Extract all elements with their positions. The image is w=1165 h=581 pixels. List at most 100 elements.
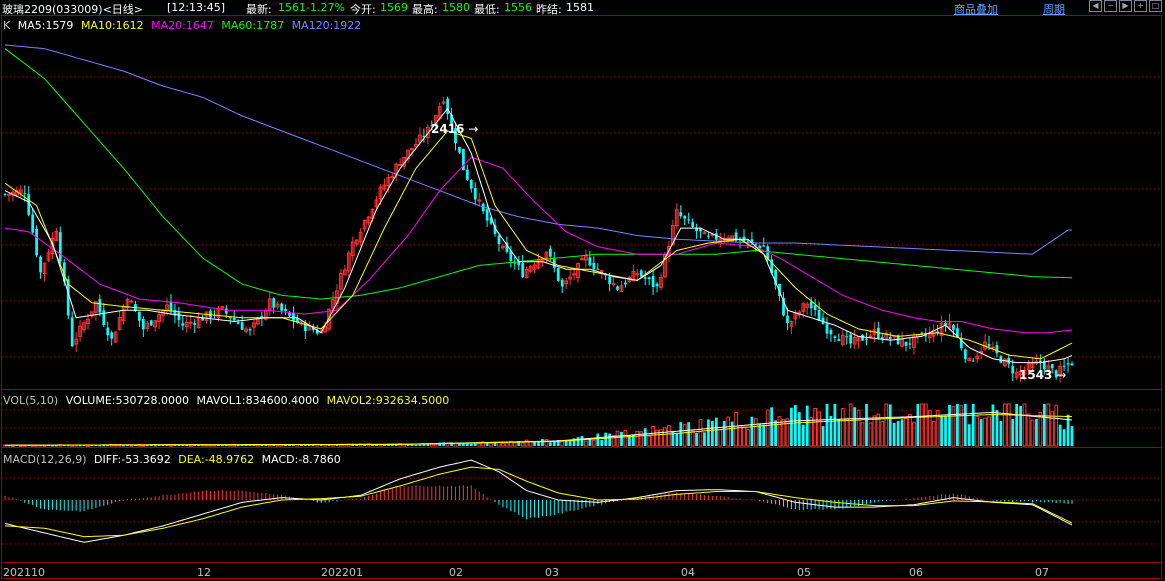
candle-down (39, 256, 42, 273)
candle-down (616, 286, 619, 290)
volume-bar (323, 444, 327, 447)
volume-bar (1006, 403, 1011, 447)
volume-bar (1058, 424, 1062, 446)
volume-bar (351, 444, 355, 446)
candle-down (248, 329, 252, 331)
ma120-line (4, 44, 1072, 255)
candle-down (647, 277, 651, 280)
volume-bar (797, 412, 801, 446)
volume-bar (1022, 403, 1027, 447)
volume-bar (1042, 404, 1046, 446)
x-label-1: 12 (197, 566, 211, 579)
candle-down (58, 232, 62, 262)
candle-down (643, 277, 647, 279)
volume-bar (805, 405, 809, 446)
volume-bar (623, 429, 628, 447)
candle-down (465, 169, 469, 180)
candle-down (35, 228, 38, 256)
candle-down (228, 317, 232, 319)
volume-bar (880, 420, 885, 447)
volume-bar (635, 430, 640, 447)
candle-down (861, 334, 864, 341)
candle-down (485, 209, 489, 221)
volume-bar (971, 404, 975, 446)
candle-down (825, 323, 829, 334)
candle-down (809, 301, 813, 309)
volume-bar (793, 405, 797, 446)
candle-down (762, 245, 766, 247)
volume-bar (790, 407, 793, 446)
candle-down (548, 248, 552, 257)
volume-bar (1011, 418, 1015, 446)
volume-bar (718, 429, 723, 447)
volume-bar (520, 442, 525, 447)
candle-down (3, 193, 7, 195)
candle-down (31, 214, 35, 233)
candle-down (102, 310, 106, 325)
volume-bar (892, 422, 896, 446)
volume-bar (690, 430, 695, 447)
x-label-8: 07 (1035, 566, 1049, 579)
volume-bar (1070, 426, 1074, 446)
volume-bar (765, 409, 770, 447)
ma10-legend: MA10:1612 (80, 19, 144, 32)
candle-down (651, 275, 655, 287)
volume-bar (738, 425, 742, 447)
candle-down (98, 299, 102, 313)
volume-bar (1062, 429, 1066, 446)
volume-bar (1035, 418, 1038, 446)
volume-bar (698, 419, 703, 447)
volume-bar (489, 442, 493, 447)
candle-down (284, 308, 287, 311)
kline-chart[interactable] (0, 0, 1165, 581)
candle-down (469, 179, 473, 189)
ma120-legend: MA120:1922 (291, 19, 362, 32)
candle-up (572, 273, 576, 276)
candle-down (987, 344, 991, 347)
volume-bar (762, 424, 766, 446)
volume-bar (663, 427, 667, 447)
dea-value: DEA:-48.9762 (178, 453, 255, 466)
candle-down (458, 146, 461, 153)
volume-bar (355, 444, 359, 446)
x-label-4: 03 (545, 566, 559, 579)
volume-bar (967, 424, 971, 446)
candle-down (240, 322, 244, 330)
volume-bar (750, 416, 754, 446)
candle-down (292, 312, 295, 321)
diff-value: DIFF:-53.3692 (94, 453, 171, 466)
volume-bar (236, 445, 240, 447)
volume-bar (888, 404, 892, 446)
ma5-line (4, 107, 1073, 364)
candle-down (624, 282, 627, 285)
candle-down (592, 262, 596, 269)
candle-down (446, 98, 449, 114)
volume-value: VOLUME:530728.0000 (65, 394, 189, 407)
candle-down (845, 336, 849, 338)
volume-bar (979, 419, 983, 446)
candle-down (137, 311, 141, 321)
candle-down (181, 323, 185, 326)
volume-bar (122, 445, 125, 447)
volume-bar (868, 422, 873, 447)
volume-bar (647, 435, 652, 447)
volume-bar (919, 403, 924, 447)
volume-bar (853, 407, 857, 446)
candle-down (971, 360, 975, 362)
candle-down (497, 235, 501, 245)
volume-bar (473, 443, 477, 446)
volume-bar (501, 442, 505, 447)
candle-down (23, 193, 27, 195)
candle-down (608, 276, 612, 284)
volume-bar (1054, 404, 1059, 447)
candle-down (963, 349, 967, 359)
volume-bar (153, 445, 157, 447)
candle-down (829, 330, 833, 335)
candle-down (817, 309, 821, 321)
volume-bar (220, 445, 224, 447)
volume-bar (588, 439, 592, 446)
ma-legend: K MA5:1579 MA10:1612 MA20:1647 MA60:1787… (3, 19, 365, 32)
volume-bar (1038, 412, 1043, 447)
candle-down (280, 303, 284, 311)
candle-down (1070, 363, 1074, 366)
